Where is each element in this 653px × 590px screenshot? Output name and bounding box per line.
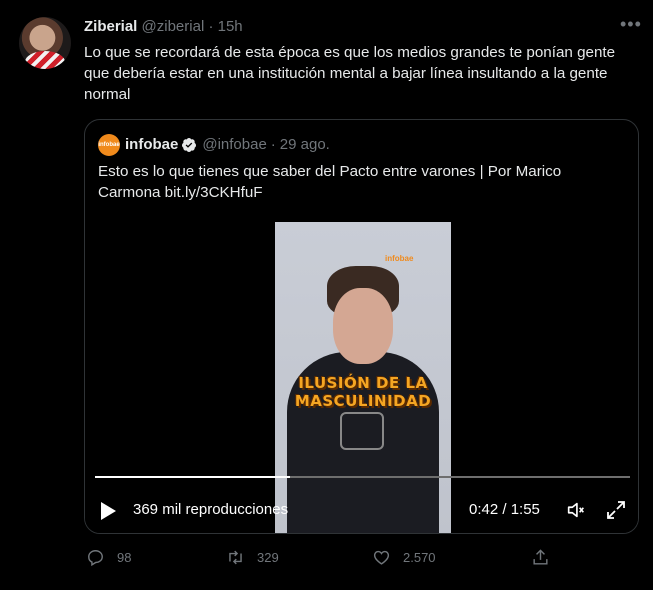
retweet-icon: [229, 550, 242, 565]
quote-text: Esto es lo que tienes que saber del Pact…: [98, 163, 562, 201]
quote-author-handle[interactable]: @infobae: [202, 135, 266, 155]
heart-icon: [373, 550, 390, 565]
video-caption-line2: MASCULINIDAD: [294, 392, 432, 410]
quoted-tweet[interactable]: infobae infobae @infobae · 29 ago. Esto …: [84, 119, 639, 534]
avatar-shirt: [25, 51, 65, 69]
video-controls: 369 mil reproducciones 0:42 / 1:55: [85, 492, 638, 528]
quote-header: infobae infobae @infobae · 29 ago.: [98, 134, 330, 156]
person-face: [333, 288, 393, 364]
video-player[interactable]: infobae ILUSIÓN DE LA MASCULINIDAD 369 m…: [85, 222, 638, 533]
shirt-print: [340, 412, 384, 450]
author-avatar[interactable]: [19, 17, 71, 69]
video-watermark: infobae: [385, 254, 414, 263]
like-count: 2.570: [403, 550, 436, 565]
share-button[interactable]: [531, 548, 562, 567]
volume-icon[interactable]: [565, 499, 587, 521]
separator-dot: ·: [270, 136, 276, 153]
video-time: 0:42 / 1:55: [469, 501, 540, 518]
tweet-actions: 98 329 2.570: [0, 548, 653, 570]
like-button[interactable]: 2.570: [372, 548, 436, 567]
more-horizontal-icon[interactable]: •••: [620, 14, 642, 35]
reply-count: 98: [117, 550, 132, 565]
quote-date[interactable]: 29 ago.: [280, 135, 330, 155]
play-icon[interactable]: [101, 502, 116, 520]
infobae-logo-icon[interactable]: infobae: [98, 134, 120, 156]
verified-badge-icon: [182, 138, 197, 152]
retweet-button[interactable]: 329: [226, 548, 279, 567]
fullscreen-icon[interactable]: [604, 498, 628, 522]
author-name[interactable]: Ziberial: [84, 18, 137, 35]
video-caption-line1: ILUSIÓN DE LA: [298, 374, 428, 392]
reply-icon: [88, 550, 103, 567]
tweet-header: Ziberial @ziberial · 15h: [84, 17, 243, 37]
author-handle[interactable]: @ziberial: [142, 18, 205, 35]
share-icon: [533, 549, 548, 565]
quote-author-name[interactable]: infobae: [125, 135, 178, 155]
retweet-count: 329: [257, 550, 279, 565]
reply-button[interactable]: 98: [86, 548, 131, 567]
view-count: 369 mil reproducciones: [133, 501, 289, 518]
tweet-text: Lo que se recordará de esta época es que…: [84, 44, 616, 103]
video-progress-fill: [95, 476, 291, 478]
video-progress-bar[interactable]: [95, 476, 630, 478]
separator-dot: ·: [208, 18, 214, 35]
tweet-time[interactable]: 15h: [218, 18, 243, 35]
video-frame[interactable]: infobae ILUSIÓN DE LA MASCULINIDAD: [275, 222, 451, 533]
